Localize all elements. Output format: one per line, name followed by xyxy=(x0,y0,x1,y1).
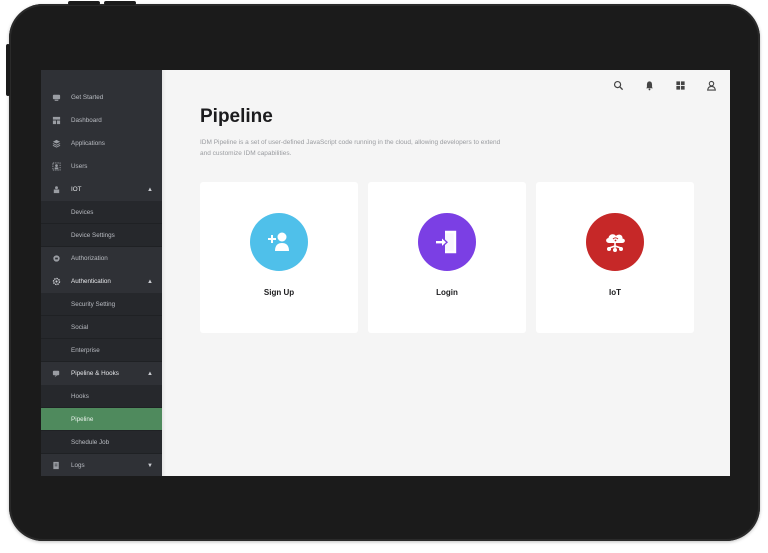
sidebar-item-label: Applications xyxy=(71,140,105,147)
add-user-icon xyxy=(268,232,289,251)
volume-up-button xyxy=(68,1,100,5)
sidebar-item-applications[interactable]: Applications xyxy=(41,132,162,155)
card-sign-up[interactable]: Sign Up xyxy=(200,182,358,333)
app-screen: Get Started Dashboard Applications Users xyxy=(41,70,730,476)
sidebar-item-logs[interactable]: Logs ▼ xyxy=(41,454,162,476)
chevron-up-icon: ▲ xyxy=(147,186,153,193)
users-icon xyxy=(50,161,62,173)
authorization-icon xyxy=(50,253,62,265)
card-iot[interactable]: IoT xyxy=(536,182,694,333)
sidebar: Get Started Dashboard Applications Users xyxy=(41,70,162,476)
bell-icon[interactable] xyxy=(643,79,655,91)
sidebar-subitem-device-settings[interactable]: Device Settings xyxy=(41,224,162,247)
card-icon-circle xyxy=(418,213,476,271)
sidebar-item-pipeline-hooks[interactable]: Pipeline & Hooks ▲ xyxy=(41,362,162,385)
sidebar-item-dashboard[interactable]: Dashboard xyxy=(41,109,162,132)
sidebar-item-label: Dashboard xyxy=(71,117,102,124)
iot-icon xyxy=(50,184,62,196)
sidebar-subitem-social[interactable]: Social xyxy=(41,316,162,339)
chevron-up-icon: ▲ xyxy=(147,370,153,377)
card-label: Sign Up xyxy=(263,288,295,297)
sidebar-item-label: Authorization xyxy=(71,255,108,262)
sidebar-item-iot[interactable]: IOT ▲ xyxy=(41,178,162,201)
sidebar-item-label: IOT xyxy=(71,186,82,193)
card-icon-circle xyxy=(586,213,644,271)
dashboard-icon xyxy=(50,115,62,127)
authentication-gear-icon xyxy=(50,276,62,288)
card-login[interactable]: Login xyxy=(368,182,526,333)
rocket-icon xyxy=(50,92,62,104)
chevron-up-icon: ▲ xyxy=(147,278,153,285)
sidebar-subitem-enterprise[interactable]: Enterprise xyxy=(41,339,162,362)
sidebar-subitem-pipeline[interactable]: Pipeline xyxy=(41,408,162,431)
sidebar-subitem-schedule-job[interactable]: Schedule Job xyxy=(41,431,162,454)
sidebar-subitem-devices[interactable]: Devices xyxy=(41,201,162,224)
power-button xyxy=(6,44,10,96)
volume-down-button xyxy=(104,1,136,5)
pipeline-icon xyxy=(50,368,62,380)
sidebar-item-authorization[interactable]: Authorization xyxy=(41,247,162,270)
sidebar-item-get-started[interactable]: Get Started xyxy=(41,86,162,109)
sidebar-item-label: Logs xyxy=(71,462,85,469)
sidebar-item-label: Users xyxy=(71,163,88,170)
chevron-down-icon: ▼ xyxy=(147,462,153,469)
page-title: Pipeline xyxy=(200,106,273,127)
sidebar-subitem-hooks[interactable]: Hooks xyxy=(41,385,162,408)
sidebar-item-label: Get Started xyxy=(71,94,104,101)
user-icon[interactable] xyxy=(705,79,717,91)
card-label: Login xyxy=(436,288,458,297)
search-icon[interactable] xyxy=(612,79,624,91)
page-description: IDM Pipeline is a set of user-defined Ja… xyxy=(200,139,501,157)
card-icon-circle xyxy=(250,213,308,271)
iot-cloud-icon xyxy=(606,234,625,252)
layers-icon xyxy=(50,138,62,150)
sidebar-item-label: Pipeline & Hooks xyxy=(71,370,119,377)
sidebar-shadow xyxy=(162,70,166,476)
login-door-icon xyxy=(436,230,457,254)
card-label: IoT xyxy=(609,288,621,297)
sidebar-item-users[interactable]: Users xyxy=(41,155,162,178)
apps-grid-icon[interactable] xyxy=(674,79,686,91)
sidebar-item-authentication[interactable]: Authentication ▲ xyxy=(41,270,162,293)
logs-icon xyxy=(50,460,62,472)
sidebar-item-label: Authentication xyxy=(71,278,111,285)
sidebar-subitem-security-setting[interactable]: Security Setting xyxy=(41,293,162,316)
